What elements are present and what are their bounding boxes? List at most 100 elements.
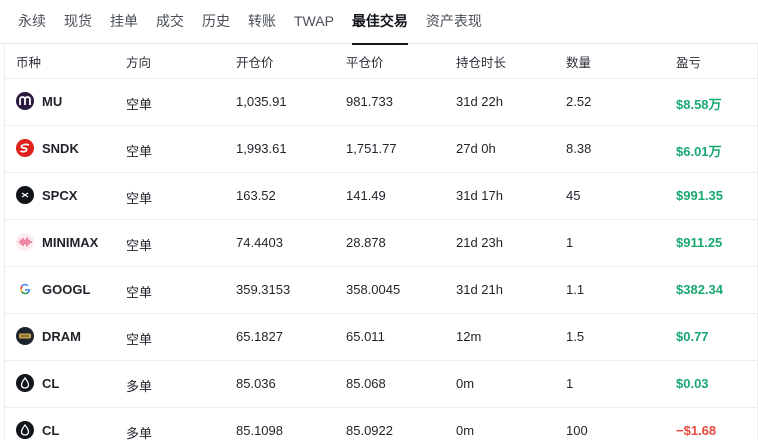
tab-twap[interactable]: TWAP xyxy=(294,0,334,44)
table-row[interactable]: MU 空单 1,035.91 981.733 31d 22h 2.52 $8.5… xyxy=(5,79,758,126)
duration-cell: 27d 0h xyxy=(456,141,496,156)
quantity-cell: 100 xyxy=(566,423,588,438)
symbol-cell: SPCX xyxy=(16,186,77,204)
symbol-cell: MU xyxy=(16,92,62,110)
table-row[interactable]: DRAM 空单 65.1827 65.011 12m 1.5 $0.77 xyxy=(5,314,758,361)
header-symbol[interactable]: 币种 xyxy=(16,52,41,71)
side-cell: 空单 xyxy=(126,285,153,300)
symbol-label: SNDK xyxy=(42,140,79,156)
pnl-cell: $0.03 xyxy=(676,376,709,391)
quantity-cell: 1.5 xyxy=(566,329,585,344)
symbol-label: MU xyxy=(42,93,63,109)
side-cell: 空单 xyxy=(126,144,153,159)
side-cell: 空单 xyxy=(126,238,153,253)
pnl-cell: $911.25 xyxy=(676,235,723,250)
pnl-cell: −$1.68 xyxy=(676,423,717,438)
quantity-cell: 1.1 xyxy=(566,282,585,297)
pnl-cell: $6.01万 xyxy=(676,144,722,159)
tab-transfers[interactable]: 转账 xyxy=(248,0,276,44)
symbol-cell: DRAM xyxy=(16,327,81,345)
open-price-cell: 65.1827 xyxy=(236,329,283,344)
header-close-price[interactable]: 平仓价 xyxy=(346,52,384,71)
quantity-cell: 45 xyxy=(566,188,581,203)
close-price-cell: 85.0922 xyxy=(346,423,393,438)
tab-asset-performance[interactable]: 资产表现 xyxy=(426,0,482,44)
close-price-cell: 28.878 xyxy=(346,235,386,250)
pnl-cell: $991.35 xyxy=(676,188,723,203)
symbol-cell: GOOGL xyxy=(16,280,90,298)
tab-open-orders[interactable]: 挂单 xyxy=(110,0,138,44)
close-price-cell: 85.068 xyxy=(346,376,386,391)
open-price-cell: 85.036 xyxy=(236,376,276,391)
pnl-cell: $8.58万 xyxy=(676,97,722,112)
best-trades-panel: 永续 现货 挂单 成交 历史 转账 TWAP 最佳交易 资产表现 币种 方向 开… xyxy=(0,0,758,440)
oil-drop-icon xyxy=(16,421,34,439)
quantity-cell: 2.52 xyxy=(566,94,592,109)
header-side[interactable]: 方向 xyxy=(126,52,151,71)
table-row[interactable]: MINIMAX 空单 74.4403 28.878 21d 23h 1 $911… xyxy=(5,220,758,267)
open-price-cell: 163.52 xyxy=(236,188,276,203)
open-price-cell: 85.1098 xyxy=(236,423,283,438)
table-row[interactable]: SNDK 空单 1,993.61 1,751.77 27d 0h 8.38 $6… xyxy=(5,126,758,173)
close-price-cell: 141.49 xyxy=(346,188,386,203)
duration-cell: 31d 22h xyxy=(456,94,503,109)
tab-perpetual[interactable]: 永续 xyxy=(18,0,46,44)
close-price-cell: 65.011 xyxy=(346,329,385,344)
quantity-cell: 1 xyxy=(566,235,574,250)
symbol-label: CL xyxy=(42,375,60,391)
table-row[interactable]: GOOGL 空单 359.3153 358.0045 31d 21h 1.1 $… xyxy=(5,267,758,314)
table-header: 币种 方向 开仓价 平仓价 持仓时长 数量 盈亏 xyxy=(5,44,758,79)
symbol-cell: SNDK xyxy=(16,139,79,157)
duration-cell: 21d 23h xyxy=(456,235,503,250)
header-duration[interactable]: 持仓时长 xyxy=(456,52,506,71)
duration-cell: 12m xyxy=(456,329,482,344)
minimax-logo-icon xyxy=(16,233,34,251)
tab-spot[interactable]: 现货 xyxy=(64,0,92,44)
side-cell: 空单 xyxy=(126,332,153,347)
symbol-label: MINIMAX xyxy=(42,234,99,250)
symbol-cell: CL xyxy=(16,421,59,439)
table-row[interactable]: CL 多单 85.1098 85.0922 0m 100 −$1.68 xyxy=(5,408,758,440)
header-open-price[interactable]: 开仓价 xyxy=(236,52,274,71)
tab-bar: 永续 现货 挂单 成交 历史 转账 TWAP 最佳交易 资产表现 xyxy=(0,0,758,45)
tab-fills[interactable]: 成交 xyxy=(156,0,184,44)
quantity-cell: 8.38 xyxy=(566,141,592,156)
open-price-cell: 74.4403 xyxy=(236,235,283,250)
pnl-cell: $0.77 xyxy=(676,329,709,344)
google-logo-icon xyxy=(16,280,34,298)
symbol-cell: CL xyxy=(16,374,59,392)
sandisk-logo-icon xyxy=(16,139,34,157)
close-price-cell: 358.0045 xyxy=(346,282,401,297)
symbol-label: SPCX xyxy=(42,187,78,203)
side-cell: 多单 xyxy=(126,379,153,394)
spacex-logo-icon xyxy=(16,186,34,204)
open-price-cell: 1,993.61 xyxy=(236,141,287,156)
table-row[interactable]: SPCX 空单 163.52 141.49 31d 17h 45 $991.35 xyxy=(5,173,758,220)
micron-logo-icon xyxy=(16,92,34,110)
tab-best-trades[interactable]: 最佳交易 xyxy=(351,0,408,45)
tab-history[interactable]: 历史 xyxy=(202,0,230,44)
open-price-cell: 359.3153 xyxy=(236,282,291,297)
symbol-cell: MINIMAX xyxy=(16,233,98,251)
pnl-cell: $382.34 xyxy=(676,282,723,297)
header-pnl[interactable]: 盈亏 xyxy=(676,52,701,71)
side-cell: 多单 xyxy=(126,426,153,440)
close-price-cell: 1,751.77 xyxy=(346,141,397,156)
duration-cell: 31d 21h xyxy=(456,282,503,297)
symbol-label: CL xyxy=(42,422,60,438)
dram-logo-icon xyxy=(16,327,34,345)
open-price-cell: 1,035.91 xyxy=(236,94,287,109)
close-price-cell: 981.733 xyxy=(346,94,393,109)
duration-cell: 31d 17h xyxy=(456,188,503,203)
duration-cell: 0m xyxy=(456,376,475,391)
best-trades-table: 币种 方向 开仓价 平仓价 持仓时长 数量 盈亏 MU 空单 1,035.91 xyxy=(4,44,758,440)
symbol-label: DRAM xyxy=(42,328,81,344)
duration-cell: 0m xyxy=(456,423,475,438)
oil-drop-icon xyxy=(16,374,34,392)
header-quantity[interactable]: 数量 xyxy=(566,52,591,71)
side-cell: 空单 xyxy=(126,191,153,206)
table-row[interactable]: CL 多单 85.036 85.068 0m 1 $0.03 xyxy=(5,361,758,408)
side-cell: 空单 xyxy=(126,97,153,112)
symbol-label: GOOGL xyxy=(42,281,91,297)
quantity-cell: 1 xyxy=(566,376,574,391)
